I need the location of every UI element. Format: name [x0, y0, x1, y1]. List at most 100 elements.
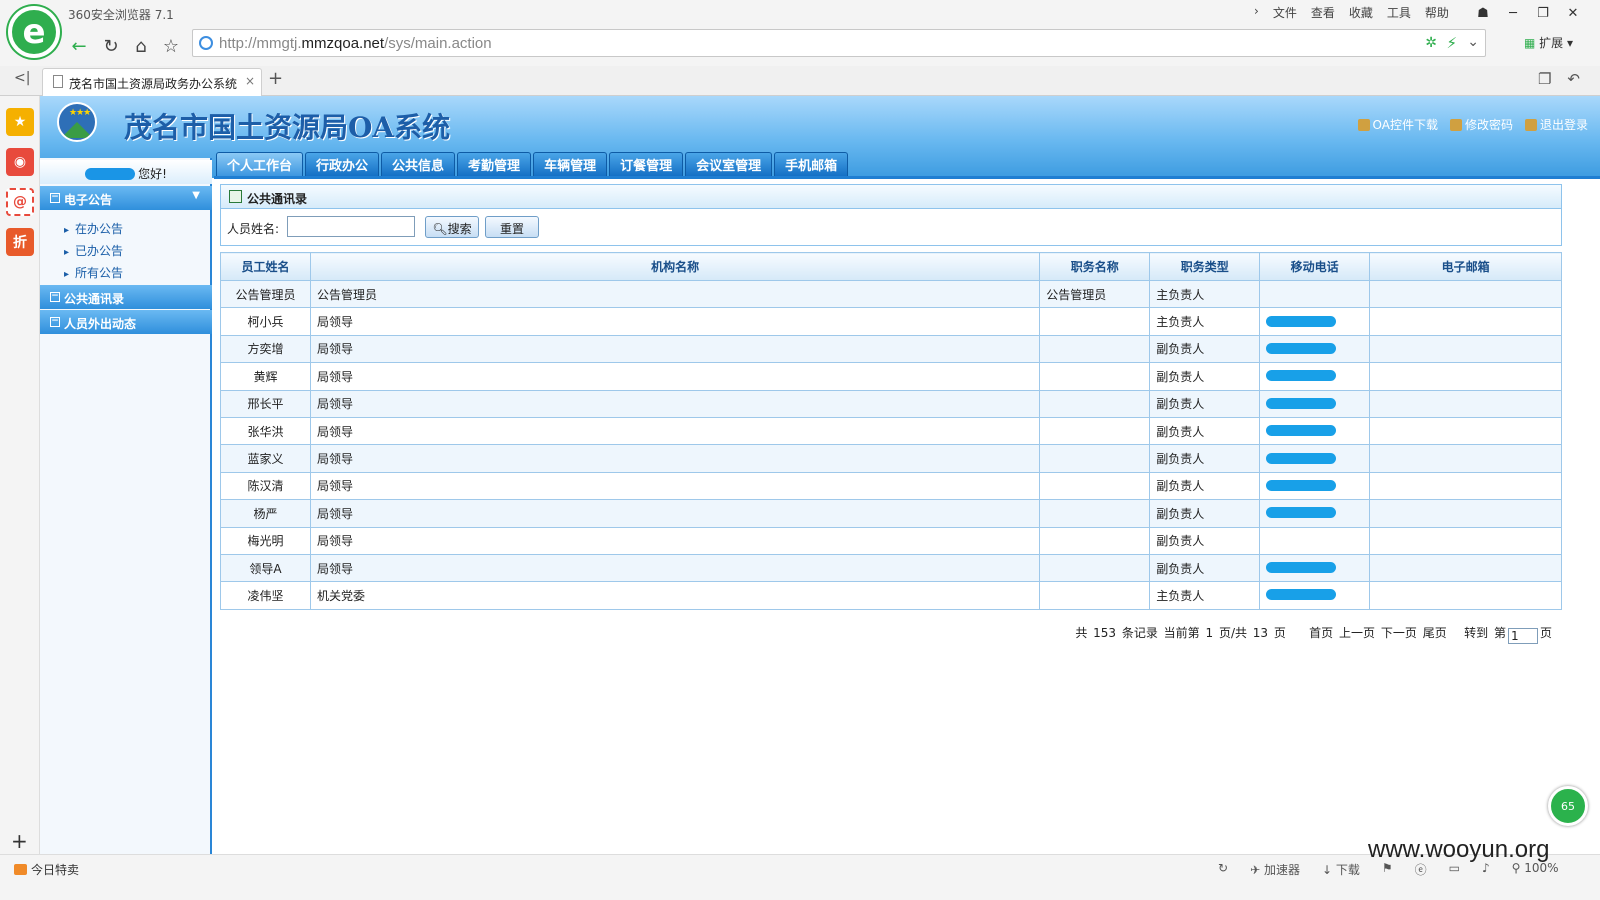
section-public-directory[interactable]: − 公共通讯录 — [40, 285, 212, 309]
table-row: 梅光明 局领导 副负责人 — [220, 526, 1562, 555]
cell-name: 张华洪 — [220, 416, 311, 446]
user-greeting: 您好! — [40, 160, 212, 184]
accelerator-button[interactable]: ✈ 加速器 — [1250, 861, 1300, 878]
table-row: 蓝家义 局领导 副负责人 — [220, 444, 1562, 473]
cell-mobile — [1259, 526, 1371, 555]
name-search-input[interactable] — [287, 216, 415, 237]
reset-button[interactable]: 重置 — [485, 216, 539, 238]
reload-icon[interactable]: ↻ — [98, 33, 124, 59]
menu-tools[interactable]: 工具 — [1387, 4, 1411, 21]
download-button[interactable]: ↓ 下载 — [1322, 861, 1360, 878]
nav-underline — [214, 176, 1600, 179]
tab-vehicles[interactable]: 车辆管理 — [533, 152, 608, 176]
lock-icon — [1449, 119, 1462, 131]
security-check-icon[interactable]: ✲ — [1425, 35, 1437, 51]
col-organization[interactable]: 机构名称 — [309, 252, 1041, 281]
tab-meeting-room[interactable]: 会议室管理 — [685, 152, 773, 176]
cell-title — [1039, 581, 1151, 610]
new-tab-icon[interactable]: + — [268, 68, 283, 89]
cell-title — [1039, 362, 1151, 391]
pagination: 共 153 条记录 当前第 1 页/共 13 页 首页 上一页 下一页 尾页 转… — [1075, 624, 1552, 644]
panel-header: 公共通讯录 — [221, 185, 1561, 209]
weibo-icon[interactable]: ◉ — [6, 148, 34, 176]
tab-mobile-mail[interactable]: 手机邮箱 — [774, 152, 849, 176]
tab-close-icon[interactable]: × — [245, 74, 255, 88]
dropdown-chevron-icon[interactable]: ⌄ — [1467, 34, 1479, 50]
favorites-star-icon[interactable]: ★ — [6, 108, 34, 136]
col-mobile[interactable]: 移动电话 — [1259, 252, 1371, 281]
globe-icon — [199, 36, 213, 50]
tab-attendance[interactable]: 考勤管理 — [457, 152, 532, 176]
panel-title: 公共通讯录 — [247, 192, 308, 206]
minimize-icon[interactable]: ─ — [1498, 2, 1528, 24]
cell-type: 副负责人 — [1149, 499, 1261, 528]
change-password-link[interactable]: 修改密码 — [1449, 116, 1513, 133]
refresh-icon[interactable]: ↻ — [1218, 861, 1228, 878]
cell-title — [1039, 553, 1151, 583]
home-icon[interactable]: ⌂ — [128, 33, 154, 59]
menu-view[interactable]: 查看 — [1311, 4, 1335, 21]
url-text: http://mmgtj.mmzqoa.net/sys/main.action — [219, 35, 492, 52]
col-position-type[interactable]: 职务类型 — [1149, 252, 1261, 281]
mail-icon[interactable]: @ — [6, 188, 34, 216]
favorite-star-icon[interactable]: ☆ — [158, 33, 184, 59]
cell-title — [1039, 307, 1151, 336]
logout-link[interactable]: 退出登录 — [1524, 116, 1588, 133]
menu-favorites[interactable]: 收藏 — [1349, 4, 1373, 21]
restore-tabs-icon[interactable]: ❐ — [1538, 70, 1551, 88]
close-icon[interactable]: ✕ — [1558, 2, 1588, 24]
cell-mobile — [1259, 553, 1371, 583]
next-page-link[interactable]: 下一页 — [1381, 626, 1417, 640]
col-email[interactable]: 电子邮箱 — [1369, 252, 1562, 281]
col-employee-name[interactable]: 员工姓名 — [220, 252, 311, 281]
speed-mode-icon[interactable]: ⚡ — [1446, 34, 1457, 52]
table-row: 公告管理员 公告管理员 公告管理员 主负责人 — [220, 279, 1562, 309]
left-menu: 您好! − 电子公告 ▼ 在办公告 已办公告 所有公告 − 公共通讯录 − 人员… — [40, 158, 212, 854]
maximize-icon[interactable]: ❐ — [1528, 2, 1558, 24]
extensions-button[interactable]: ▦ 扩展 ▾ — [1524, 34, 1573, 51]
sidebar-item-all-announcements[interactable]: 所有公告 — [64, 264, 123, 281]
sidebar-toggle-icon[interactable]: <| — [14, 70, 30, 86]
menu-help[interactable]: 帮助 — [1425, 4, 1449, 21]
col-position[interactable]: 职务名称 — [1039, 252, 1151, 281]
cell-title — [1039, 471, 1151, 501]
cell-title — [1039, 444, 1151, 473]
menu-chevron-icon[interactable]: › — [1254, 4, 1259, 21]
redacted-phone — [1266, 452, 1337, 464]
cell-mobile — [1259, 471, 1371, 501]
back-arrow-icon[interactable]: ← — [66, 33, 92, 59]
section-staff-outings[interactable]: − 人员外出动态 — [40, 310, 212, 334]
skin-icon[interactable]: ☗ — [1468, 2, 1498, 24]
oa-plugin-download-link[interactable]: OA控件下载 — [1357, 116, 1438, 133]
first-page-link[interactable]: 首页 — [1309, 626, 1333, 640]
add-sidebar-icon[interactable]: + — [11, 829, 28, 853]
tab-personal-workbench[interactable]: 个人工作台 — [216, 152, 304, 176]
redacted-phone — [1266, 397, 1337, 409]
section-announcements[interactable]: − 电子公告 ▼ — [40, 186, 212, 210]
page-number-input[interactable]: 1 — [1507, 628, 1538, 644]
cell-name: 蓝家义 — [220, 444, 311, 473]
last-page-link[interactable]: 尾页 — [1423, 626, 1447, 640]
directory-table: 员工姓名 机构名称 职务名称 职务类型 移动电话 电子邮箱 公告管理员 公告管理员… — [220, 252, 1562, 610]
address-bar[interactable]: http://mmgtj.mmzqoa.net/sys/main.action … — [192, 29, 1486, 57]
undo-close-icon[interactable]: ↶ — [1567, 70, 1580, 88]
menu-file[interactable]: 文件 — [1273, 4, 1297, 21]
tab-tools: ❐ ↶ — [1538, 70, 1580, 88]
search-row: 人员姓名: 🔍︎搜索 重置 — [221, 209, 1561, 245]
cell-mobile — [1259, 444, 1371, 473]
window-controls: ☗ ─ ❐ ✕ — [1468, 2, 1588, 24]
extensions-label: 扩展 — [1539, 36, 1564, 50]
extensions-icon: ▦ — [1524, 36, 1536, 50]
search-button[interactable]: 🔍︎搜索 — [425, 216, 479, 238]
tab-public-info[interactable]: 公共信息 — [381, 152, 456, 176]
daily-deals-link[interactable]: 今日特卖 — [14, 861, 79, 878]
sidebar-item-done-announcements[interactable]: 已办公告 — [64, 242, 123, 259]
name-label: 人员姓名: — [227, 222, 280, 236]
sidebar-item-active-announcements[interactable]: 在办公告 — [64, 220, 123, 237]
tab-admin-office[interactable]: 行政办公 — [305, 152, 380, 176]
prev-page-link[interactable]: 上一页 — [1339, 626, 1375, 640]
browser-tab[interactable]: 茂名市国土资源局政务办公系统 × — [42, 68, 262, 96]
discount-icon[interactable]: 折 — [6, 228, 34, 256]
tab-meal-order[interactable]: 订餐管理 — [609, 152, 684, 176]
floating-speed-badge[interactable]: 65 — [1548, 786, 1588, 826]
